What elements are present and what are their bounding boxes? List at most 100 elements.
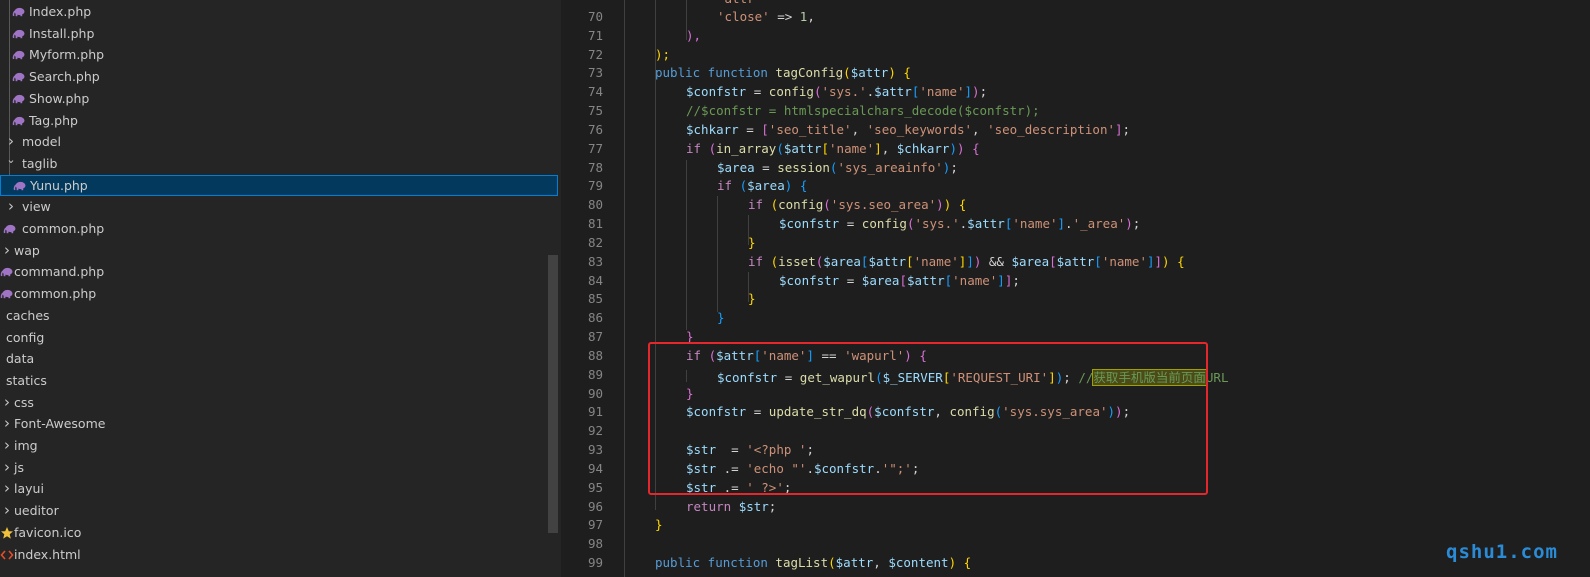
- explorer-item-css[interactable]: › css: [0, 392, 558, 413]
- explorer-item-statics[interactable]: statics: [0, 370, 558, 391]
- explorer-item-model[interactable]: › model: [0, 131, 558, 152]
- explorer-item-tag-php[interactable]: Tag.php: [0, 110, 558, 131]
- explorer-item-myform-php[interactable]: Myform.php: [0, 44, 558, 65]
- explorer-item-layui[interactable]: › layui: [0, 478, 558, 499]
- code-token: ): [936, 197, 944, 213]
- code-token: $attr: [850, 65, 889, 81]
- code-token: $confstr: [779, 272, 840, 288]
- code-token: ),: [686, 27, 702, 43]
- explorer-item-command-php[interactable]: command.php: [0, 261, 558, 282]
- code-token: =>: [769, 9, 800, 24]
- code-token: in_array: [716, 140, 777, 156]
- explorer-item-label: Index.php: [29, 4, 92, 19]
- code-token: public function: [655, 555, 776, 571]
- star-icon: [0, 525, 14, 539]
- explorer-item-view[interactable]: › view: [0, 196, 558, 217]
- code-token: tagConfig: [775, 65, 844, 81]
- code-token: $chkarr: [896, 140, 950, 156]
- code-token: '_area': [1072, 216, 1126, 232]
- chevron-right-icon[interactable]: ›: [2, 478, 12, 499]
- explorer-item-index-php[interactable]: Index.php: [0, 1, 558, 22]
- explorer-item-label: common.php: [14, 286, 97, 302]
- code-token: ;: [1122, 121, 1131, 137]
- chevron-down-icon[interactable]: ⌄: [6, 149, 16, 170]
- explorer-item-label: config: [6, 329, 45, 345]
- chevron-right-icon[interactable]: ›: [2, 500, 12, 521]
- explorer-item-show-php[interactable]: Show.php: [0, 88, 558, 109]
- code-token: ,: [873, 555, 889, 571]
- code-token: }: [655, 517, 663, 533]
- explorer-item-label: taglib: [22, 155, 58, 171]
- line-number: 85: [587, 291, 603, 307]
- code-line: if (isset($area[$attr['name']]) && $area…: [748, 254, 1185, 269]
- code-token: $confstr: [686, 84, 747, 100]
- code-token: $confstr: [779, 216, 840, 232]
- code-line: 'close' => 1,: [717, 9, 815, 24]
- html-code-icon: [0, 547, 14, 561]
- explorer-item-taglib[interactable]: ⌄ taglib: [0, 153, 558, 174]
- code-token: 'sys.seo_area': [830, 197, 937, 213]
- explorer-item-common-php[interactable]: common.php: [0, 218, 558, 239]
- chevron-right-icon[interactable]: ›: [2, 413, 12, 434]
- chevron-right-icon[interactable]: ›: [2, 457, 12, 478]
- code-token: {: [799, 178, 808, 194]
- code-token: ;: [768, 498, 777, 514]
- explorer-item-js[interactable]: › js: [0, 457, 558, 478]
- code-token: ): [888, 65, 896, 81]
- explorer-item-favicon-ico[interactable]: favicon.ico: [0, 522, 558, 543]
- code-token: ,: [972, 121, 988, 137]
- code-token: [: [899, 272, 907, 288]
- chevron-right-icon[interactable]: ›: [2, 392, 12, 413]
- code-token: [: [944, 272, 953, 288]
- code-token: ): [957, 140, 965, 156]
- code-token: ;: [979, 84, 988, 100]
- explorer-scrollbar[interactable]: [548, 255, 558, 533]
- code-token: =: [738, 121, 762, 137]
- chevron-right-icon[interactable]: ›: [6, 196, 16, 217]
- chevron-right-icon[interactable]: ›: [2, 435, 12, 456]
- line-number: 83: [587, 253, 603, 269]
- code-token: (: [828, 555, 836, 571]
- code-line: $confstr = config('sys.'.$attr['name']);: [686, 84, 987, 99]
- line-number: 87: [587, 329, 603, 345]
- code-token: [: [906, 253, 914, 269]
- explorer-item-caches[interactable]: caches: [0, 305, 558, 326]
- code-token: $area: [861, 272, 900, 288]
- explorer-item-label: Search.php: [29, 69, 100, 85]
- php-elephant-icon: [12, 4, 26, 18]
- code-token: 'seo_keywords': [866, 121, 973, 137]
- explorer-item-index-html[interactable]: index.html: [0, 544, 558, 565]
- code-token: ]: [1146, 253, 1155, 269]
- line-number: 81: [587, 216, 603, 232]
- chevron-right-icon[interactable]: ›: [2, 240, 12, 261]
- line-number: 94: [587, 460, 603, 476]
- code-token: [: [821, 140, 830, 156]
- line-number: 95: [587, 479, 603, 495]
- explorer-item-font-awesome[interactable]: › Font-Awesome: [0, 413, 558, 434]
- explorer-item-yunu-php[interactable]: Yunu.php: [0, 174, 558, 196]
- explorer-item-config[interactable]: config: [0, 327, 558, 348]
- code-token: ]: [964, 84, 973, 100]
- code-token: [: [761, 121, 769, 137]
- explorer-item-install-php[interactable]: Install.php: [0, 23, 558, 44]
- code-token: $attr: [906, 272, 945, 288]
- explorer-item-wap[interactable]: › wap: [0, 240, 558, 261]
- explorer-item-search-php[interactable]: Search.php: [0, 66, 558, 87]
- explorer-item-data[interactable]: data: [0, 348, 558, 369]
- code-token: ;: [1132, 216, 1141, 232]
- line-number: 71: [587, 27, 603, 43]
- explorer-item-img[interactable]: › img: [0, 435, 558, 456]
- code-token: (: [770, 253, 779, 269]
- code-token: [: [1094, 253, 1102, 269]
- explorer-item-ueditor[interactable]: › ueditor: [0, 500, 558, 521]
- code-line: public function tagList($attr, $content)…: [655, 555, 971, 570]
- explorer-item-label: css: [14, 394, 34, 410]
- code-line: ),: [686, 28, 701, 43]
- code-token: }: [748, 291, 756, 307]
- line-number: 80: [587, 197, 603, 213]
- explorer-item-common-php[interactable]: common.php: [0, 283, 558, 304]
- code-line: );: [655, 47, 670, 62]
